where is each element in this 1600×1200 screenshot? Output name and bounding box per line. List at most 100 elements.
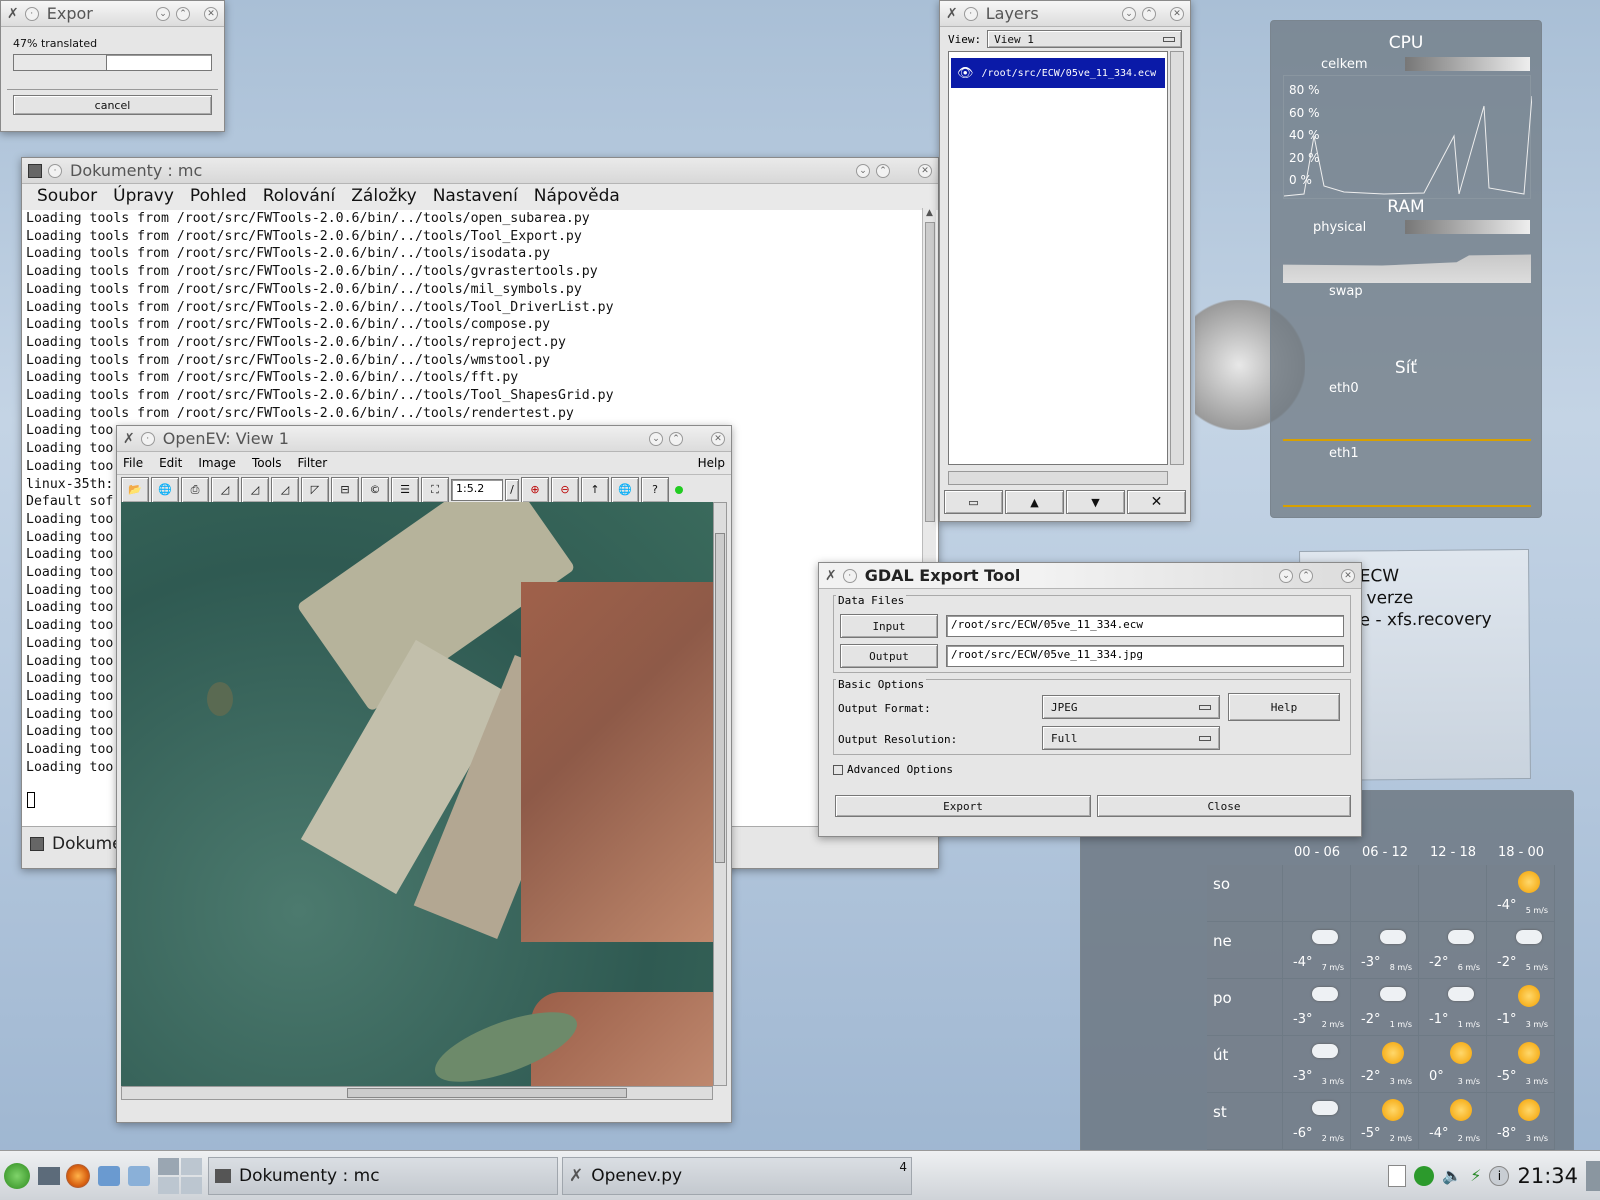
firefox-icon[interactable] [66, 1163, 90, 1188]
menu-item[interactable]: Soubor [37, 186, 97, 208]
task-item[interactable]: ✗ Openev.py 4 [562, 1156, 912, 1195]
x-logo-icon[interactable]: ✗ [7, 6, 19, 22]
map-vscrollbar[interactable] [713, 502, 727, 1086]
map-canvas[interactable] [121, 502, 713, 1086]
map-hscrollbar[interactable] [121, 1086, 713, 1100]
title-bar[interactable]: · Dokumenty : mc ⌄ ⌃ ✕ [22, 158, 938, 184]
output-button[interactable]: Output [840, 644, 938, 668]
cancel-button[interactable]: cancel [13, 95, 212, 115]
input-button[interactable]: Input [840, 614, 938, 638]
x-logo-icon[interactable]: ✗ [946, 6, 958, 22]
print-icon[interactable]: ⎙ [181, 476, 209, 503]
globe-icon[interactable]: 🌐 [611, 476, 639, 503]
x-logo-icon[interactable]: ✗ [825, 568, 837, 584]
help-button[interactable]: Help [1228, 693, 1340, 721]
file-manager-icon[interactable] [98, 1165, 120, 1186]
clipboard-icon[interactable] [1388, 1164, 1407, 1187]
pager[interactable] [158, 1157, 202, 1194]
pager-desktop[interactable] [181, 1176, 202, 1194]
query-icon[interactable]: ? [641, 476, 669, 503]
title-bar[interactable]: ✗ · Expor ⌄ ⌃ ✕ [1, 1, 224, 27]
draw-area-icon[interactable]: ◿ [271, 476, 299, 503]
title-bar[interactable]: ✗ · OpenEV: View 1 ⌄ ⌃ ✕ [117, 426, 731, 452]
menu-item[interactable]: Filter [298, 456, 328, 470]
eye-icon[interactable]: 👁 [957, 66, 974, 81]
maximize-icon[interactable]: ⌃ [1142, 6, 1156, 21]
close-button[interactable]: Close [1097, 795, 1351, 817]
zoom-out-icon[interactable]: ⊖ [551, 476, 579, 503]
draw-polyline-icon[interactable]: ◿ [241, 476, 269, 503]
edit-vertex-icon[interactable]: ◸ [301, 476, 329, 503]
menu-item[interactable]: Nápověda [534, 186, 620, 208]
delete-layer-button[interactable]: ✕ [1127, 490, 1186, 514]
menu-item[interactable]: Úpravy [113, 186, 174, 208]
output-format-select[interactable]: JPEG [1042, 695, 1220, 719]
layer-up-button[interactable]: ▲ [1005, 490, 1064, 514]
input-path-field[interactable]: /root/src/ECW/05ve_11_334.ecw [946, 615, 1344, 637]
scroll-thumb[interactable] [925, 222, 935, 522]
minimize-icon[interactable]: ⌄ [156, 6, 170, 21]
globe-icon[interactable]: 🌐 [151, 476, 179, 503]
advanced-options-toggle[interactable]: Advanced Options [833, 763, 953, 776]
close-icon[interactable]: ✕ [1341, 568, 1355, 583]
menu-icon[interactable]: · [24, 6, 39, 21]
start-menu-icon[interactable] [4, 1162, 30, 1189]
task-item[interactable]: Dokumenty : mc [208, 1156, 558, 1195]
north-arrow-icon[interactable]: ↑ [581, 476, 609, 503]
maximize-icon[interactable]: ⌃ [1299, 568, 1313, 583]
output-path-field[interactable]: /root/src/ECW/05ve_11_334.jpg [946, 645, 1344, 667]
menu-help[interactable]: Help [698, 456, 725, 470]
view-selector[interactable]: View 1 [987, 30, 1182, 48]
open-icon[interactable]: 📂 [121, 476, 149, 503]
menu-item[interactable]: File [123, 456, 143, 470]
menu-icon[interactable]: · [842, 568, 857, 583]
minimize-icon[interactable]: ⌄ [1279, 568, 1293, 583]
maximize-icon[interactable]: ⌃ [176, 6, 190, 21]
label-icon[interactable]: © [361, 476, 389, 503]
minimize-icon[interactable]: ⌄ [856, 163, 870, 178]
layer-row[interactable]: 👁 /root/src/ECW/05ve_11_334.ecw [951, 58, 1165, 88]
fit-extent-icon[interactable]: ⛶ [421, 476, 449, 503]
checkbox[interactable] [833, 764, 843, 775]
close-icon[interactable]: ✕ [204, 6, 218, 21]
panel-toolbox-icon[interactable] [1586, 1160, 1600, 1191]
close-icon[interactable]: ✕ [1170, 6, 1184, 21]
zoom-in-icon[interactable]: ⊕ [521, 476, 549, 503]
maximize-icon[interactable]: ⌃ [669, 431, 683, 446]
roi-icon[interactable]: ⊟ [331, 476, 359, 503]
pager-desktop[interactable] [158, 1176, 179, 1194]
minimize-icon[interactable]: ⌄ [649, 431, 663, 446]
export-button[interactable]: Export [835, 795, 1091, 817]
package-icon[interactable] [128, 1165, 150, 1186]
maximize-icon[interactable]: ⌃ [876, 163, 890, 178]
vscroll-thumb[interactable] [715, 533, 725, 863]
update-icon[interactable] [1414, 1165, 1435, 1186]
menu-item[interactable]: Tools [252, 456, 282, 470]
network-icon[interactable]: ⚡ [1470, 1166, 1481, 1185]
layer-list-hscroll[interactable] [948, 471, 1168, 485]
menu-item[interactable]: Rolování [263, 186, 336, 208]
output-resolution-select[interactable]: Full [1042, 726, 1220, 750]
layer-list-vscroll[interactable] [1170, 51, 1184, 465]
zoom-ratio-field[interactable]: 1:5.2 [451, 478, 503, 501]
clock[interactable]: 21:34 [1517, 1164, 1578, 1188]
menu-item[interactable]: Image [198, 456, 236, 470]
hscroll-thumb[interactable] [347, 1088, 627, 1098]
title-bar[interactable]: ✗ · GDAL Export Tool ⌄ ⌃ ✕ [819, 563, 1361, 589]
desktop-icon[interactable] [38, 1166, 60, 1185]
menu-item[interactable]: Nastavení [433, 186, 518, 208]
layer-down-button[interactable]: ▼ [1066, 490, 1125, 514]
menu-icon[interactable]: · [140, 431, 155, 446]
draw-line-icon[interactable]: ◿ [211, 476, 239, 503]
minimize-icon[interactable]: ⌄ [1122, 6, 1136, 21]
menu-icon[interactable]: · [48, 163, 62, 178]
scroll-up-icon[interactable]: ▲ [923, 208, 936, 218]
legend-icon[interactable]: ☰ [391, 476, 419, 503]
pager-desktop[interactable] [181, 1157, 202, 1175]
menu-item[interactable]: Pohled [190, 186, 247, 208]
zoom-menu-icon[interactable]: / [505, 478, 519, 501]
title-bar[interactable]: ✗ · Layers ⌄ ⌃ ✕ [940, 1, 1190, 27]
menu-item[interactable]: Záložky [351, 186, 416, 208]
pager-desktop[interactable] [158, 1157, 179, 1175]
x-logo-icon[interactable]: ✗ [123, 431, 135, 447]
